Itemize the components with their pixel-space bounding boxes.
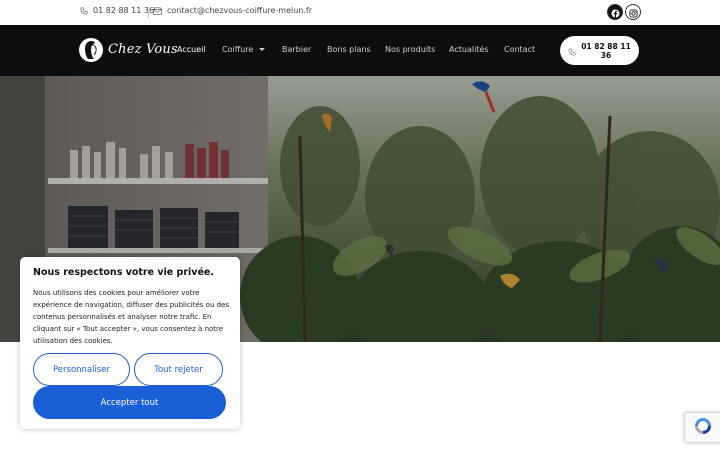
nav-item-actualites[interactable]: Actualités: [449, 45, 489, 54]
nav-item-coiffure[interactable]: Coiffure: [222, 45, 266, 54]
nav-item-barbier[interactable]: Barbier: [282, 45, 311, 54]
top-info-bar: 01 82 88 11 36 contact@chezvous-coiffure…: [0, 0, 720, 25]
topbar-email-text: contact@chezvous-coiffure-melun.fr: [167, 6, 313, 15]
logo-face-icon: [79, 37, 103, 62]
facebook-icon: [610, 3, 620, 22]
reject-all-button[interactable]: Tout rejeter: [134, 353, 223, 386]
main-header: Chez Vous Accueil Coiffure Barbier Bons …: [0, 25, 720, 76]
logo-text: Chez Vous: [108, 42, 178, 57]
topbar-phone-text: 01 82 88 11 36: [93, 6, 155, 15]
nav-item-contact[interactable]: Contact: [504, 45, 535, 54]
phone-icon: [568, 41, 576, 60]
topbar-phone[interactable]: 01 82 88 11 36: [80, 6, 154, 15]
facebook-link[interactable]: [607, 4, 623, 20]
recaptcha-badge[interactable]: [684, 412, 720, 443]
site-logo[interactable]: Chez Vous: [79, 36, 178, 63]
customize-button[interactable]: Personnaliser: [33, 353, 130, 386]
cookie-title: Nous respectons votre vie privée.: [33, 267, 214, 278]
accept-all-button[interactable]: Accepter tout: [33, 386, 226, 419]
instagram-link[interactable]: [625, 4, 641, 20]
recaptcha-icon: [693, 416, 713, 440]
nav-item-bons-plans[interactable]: Bons plans: [327, 45, 371, 54]
nav-item-nos-produits[interactable]: Nos produits: [385, 45, 435, 54]
cookie-text: Nous utilisons des cookies pour améliore…: [33, 289, 229, 345]
topbar-separator: [148, 7, 149, 18]
topbar-email[interactable]: contact@chezvous-coiffure-melun.fr: [153, 6, 312, 15]
call-button[interactable]: 01 82 88 11 36: [560, 36, 639, 65]
instagram-icon: [628, 3, 638, 22]
nav-item-accueil[interactable]: Accueil: [177, 45, 206, 54]
call-button-label: 01 82 88 11 36: [581, 41, 631, 60]
nav-item-coiffure-label: Coiffure: [222, 45, 254, 54]
phone-icon: [80, 6, 88, 15]
cookie-consent-dialog: Nous respectons votre vie privée. Nous u…: [20, 257, 240, 429]
mail-icon: [153, 6, 162, 15]
chevron-down-icon: [259, 48, 266, 51]
